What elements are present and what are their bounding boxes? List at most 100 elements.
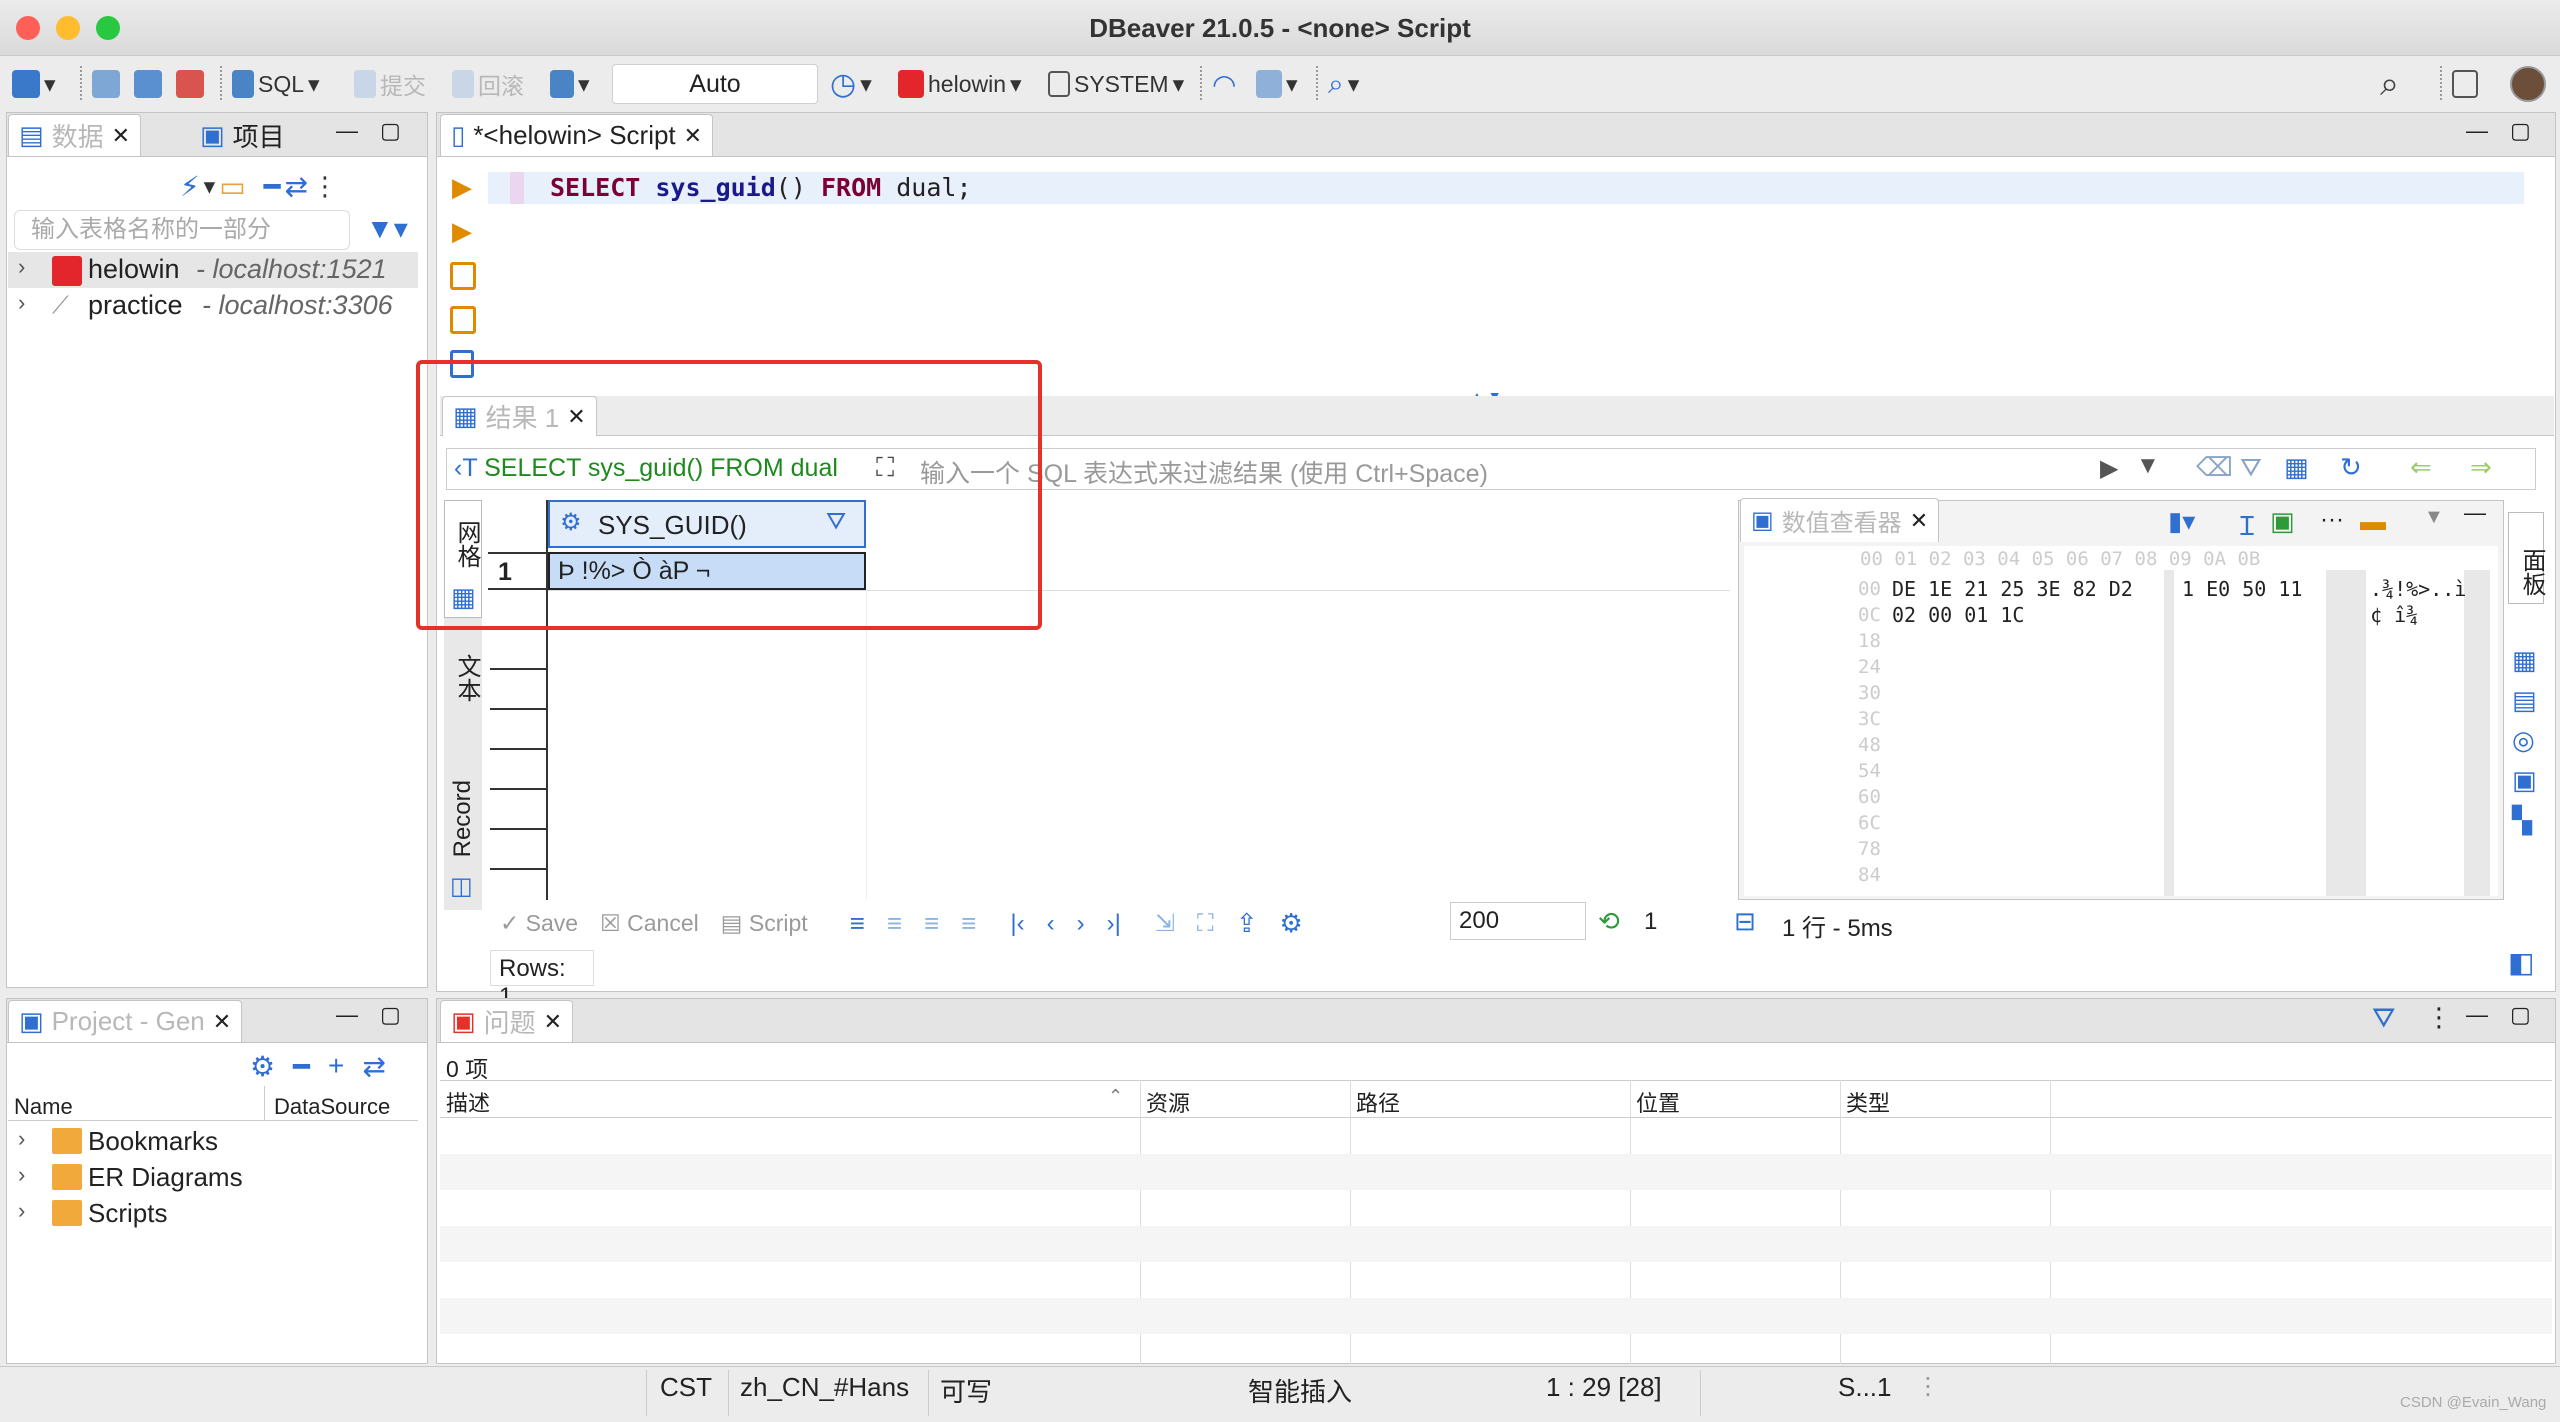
- content-format-icon[interactable]: ▮▾: [2168, 506, 2195, 537]
- global-search-button[interactable]: ⌕: [2380, 62, 2399, 106]
- chevron-right-icon[interactable]: ›: [18, 290, 25, 316]
- execute-statement-icon[interactable]: ▶: [452, 172, 472, 203]
- dropdown-icon[interactable]: ▼: [2424, 506, 2444, 529]
- maximize-icon[interactable]: ▢: [2510, 1002, 2531, 1028]
- prev-page-icon[interactable]: ‹: [1047, 910, 1055, 938]
- filter-history-icon[interactable]: ▼: [2136, 452, 2160, 480]
- active-connection-selector[interactable]: helowin ▾: [898, 62, 1022, 106]
- transaction-log-button[interactable]: ◷ ▾: [830, 62, 872, 106]
- tab-projects[interactable]: ▣ 项目: [190, 114, 295, 156]
- minimize-icon[interactable]: —: [336, 1002, 358, 1028]
- cancel-results-button[interactable]: ☒ Cancel: [600, 910, 699, 937]
- close-icon[interactable]: ✕: [1910, 508, 1928, 534]
- commit-button[interactable]: 提交: [354, 62, 426, 106]
- tab-text[interactable]: 文本: [449, 654, 484, 702]
- tab-value-viewer[interactable]: ▣ 数值查看器 ✕: [1740, 498, 1940, 542]
- link-icon[interactable]: ⇄: [285, 170, 308, 203]
- reconnect-button[interactable]: [134, 62, 162, 106]
- more-vert-icon[interactable]: ⋮: [1916, 1372, 1940, 1401]
- dashboard-button[interactable]: ◠: [1212, 62, 1236, 106]
- export-icon[interactable]: ⇪: [1236, 908, 1258, 939]
- plug-add-icon[interactable]: ⚡: [180, 170, 200, 203]
- perspective-button[interactable]: [2452, 62, 2478, 106]
- column-header[interactable]: 路径: [1356, 1086, 1400, 1118]
- avatar[interactable]: [2510, 66, 2546, 102]
- filter-icon[interactable]: ▼▾: [366, 212, 408, 245]
- execute-new-tab-icon[interactable]: ▶: [452, 216, 472, 247]
- more-icon[interactable]: ···: [2320, 506, 2344, 534]
- text-cursor-icon[interactable]: Ｉ: [2234, 506, 2260, 543]
- minimize-icon[interactable]: —: [2466, 1002, 2488, 1028]
- collapse-icon[interactable]: ━: [293, 1050, 310, 1083]
- column-header[interactable]: 类型: [1846, 1086, 1890, 1118]
- minimize-icon[interactable]: —: [336, 118, 358, 144]
- transaction-mode-button[interactable]: ▾: [550, 62, 590, 106]
- navigator-filter-input[interactable]: 输入表格名称的一部分: [14, 210, 350, 250]
- new-connection-button[interactable]: ▾: [12, 62, 56, 106]
- sort-up-icon[interactable]: ⌃: [1108, 1086, 1123, 1107]
- tab-record[interactable]: Record: [449, 780, 477, 857]
- edit-row-icon[interactable]: ≡: [850, 908, 865, 939]
- add-row-icon[interactable]: ≡: [887, 908, 902, 939]
- link-icon[interactable]: ⇄: [362, 1050, 385, 1083]
- rollback-button[interactable]: 回滚: [452, 62, 524, 106]
- transaction-mode-field[interactable]: Auto: [612, 64, 818, 104]
- collapse-icon[interactable]: ━: [264, 170, 281, 203]
- column-header[interactable]: 位置: [1636, 1086, 1680, 1118]
- list-item[interactable]: Bookmarks: [88, 1126, 218, 1157]
- chevron-right-icon[interactable]: ›: [18, 254, 25, 280]
- filter-icon[interactable]: ⛛: [2372, 1002, 2396, 1035]
- more-vert-icon[interactable]: ⋮: [2426, 1002, 2452, 1033]
- folder-add-icon[interactable]: ▭: [219, 170, 245, 203]
- first-page-icon[interactable]: |‹: [1010, 910, 1024, 938]
- disconnect-button[interactable]: [176, 62, 204, 106]
- save-to-file-icon[interactable]: ▣: [2270, 506, 2295, 537]
- list-item[interactable]: ER Diagrams: [88, 1162, 243, 1193]
- list-item[interactable]: Scripts: [88, 1198, 167, 1229]
- fetch-next-icon[interactable]: ⇲: [1155, 909, 1175, 938]
- connection-manager-button[interactable]: ▾: [1256, 62, 1298, 106]
- settings-gear-icon[interactable]: ⚙: [1280, 908, 1303, 939]
- apply-filter-icon[interactable]: ▶: [2100, 454, 2118, 483]
- panel-layout-icon[interactable]: ◧: [2508, 946, 2534, 979]
- last-page-icon[interactable]: ›|: [1107, 910, 1121, 938]
- fetch-all-icon[interactable]: ⛶: [1197, 910, 1214, 938]
- execute-script-icon[interactable]: [450, 262, 476, 290]
- auto-refresh-icon[interactable]: ⟲: [1598, 906, 1620, 937]
- active-schema-selector[interactable]: SYSTEM ▾: [1048, 62, 1184, 106]
- execute-script-new-tab-icon[interactable]: [450, 306, 476, 334]
- connection-name[interactable]: practice: [88, 290, 183, 321]
- close-icon[interactable]: ✕: [684, 123, 702, 149]
- maximize-icon[interactable]: ▢: [2510, 118, 2531, 144]
- chevron-right-icon[interactable]: ›: [18, 1198, 25, 1224]
- filter-icon[interactable]: ⛛: [2240, 452, 2262, 484]
- chevron-right-icon[interactable]: ›: [18, 1162, 25, 1188]
- load-file-icon[interactable]: ▬: [2360, 506, 2386, 537]
- tab-database-navigator[interactable]: ▤ 数据 ✕: [8, 114, 142, 156]
- sql-editor-button[interactable]: SQL ▾: [232, 62, 320, 106]
- minimize-icon[interactable]: —: [2464, 500, 2486, 526]
- close-icon[interactable]: ✕: [112, 123, 130, 149]
- sql-statement[interactable]: SELECT sys_guid() FROM dual;: [550, 172, 972, 204]
- connect-button[interactable]: [92, 62, 120, 106]
- fetch-size-input[interactable]: 200: [1450, 902, 1586, 940]
- delete-row-icon[interactable]: ≡: [961, 908, 976, 939]
- script-results-button[interactable]: ▤ Script: [721, 910, 808, 937]
- back-icon[interactable]: ⇐: [2410, 452, 2432, 483]
- close-icon[interactable]: ✕: [544, 1009, 562, 1035]
- next-page-icon[interactable]: ›: [1077, 910, 1085, 938]
- minimize-icon[interactable]: —: [2466, 118, 2488, 144]
- column-header-datasource[interactable]: DataSource: [274, 1094, 390, 1120]
- add-icon[interactable]: +: [328, 1050, 344, 1083]
- panel-icons[interactable]: ▦ ▤ ◎ ▣ ▚: [2512, 640, 2537, 840]
- tab-project-gen[interactable]: ▣ Project - Gen ✕: [8, 1000, 243, 1042]
- column-header-name[interactable]: Name: [14, 1094, 73, 1120]
- copy-row-icon[interactable]: ≡: [924, 908, 939, 939]
- eraser-icon[interactable]: ⌫: [2196, 452, 2233, 483]
- refresh-icon[interactable]: ↻: [2340, 452, 2362, 483]
- column-header[interactable]: 描述: [446, 1086, 490, 1118]
- chevron-right-icon[interactable]: ›: [18, 1126, 25, 1152]
- close-icon[interactable]: ✕: [213, 1009, 231, 1035]
- tab-problems[interactable]: ▣ 问题 ✕: [440, 1000, 574, 1042]
- maximize-icon[interactable]: ▢: [380, 118, 401, 144]
